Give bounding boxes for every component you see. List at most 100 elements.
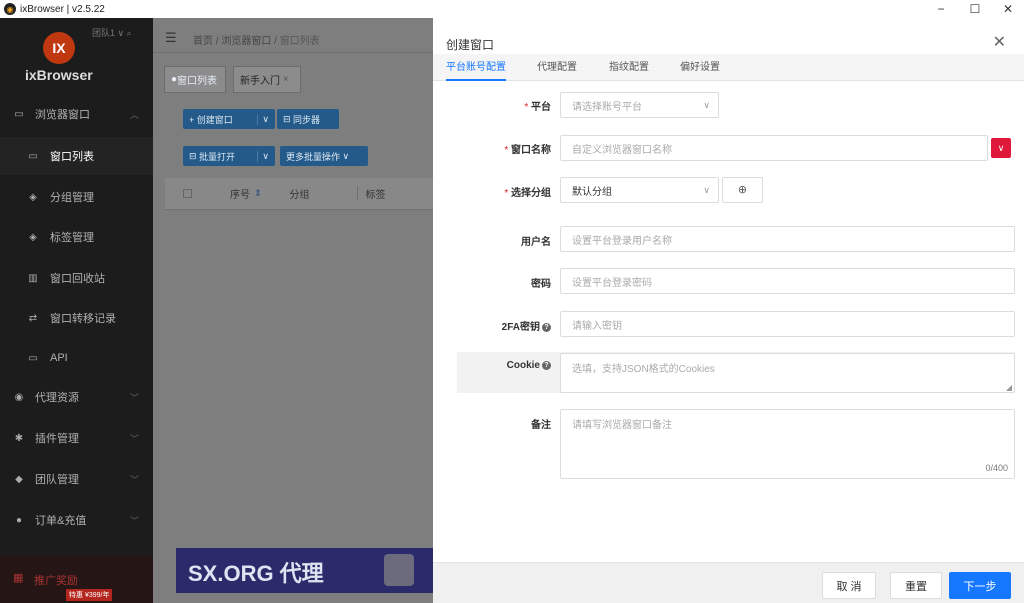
create-window-drawer: 创建窗口 ✕ 平台账号配置 代理配置 指纹配置 偏好设置 * 平台 请选择账号平… bbox=[433, 18, 1024, 603]
add-group-button[interactable]: ⊕ bbox=[722, 177, 763, 203]
platform-select[interactable]: 请选择账号平台 ∨ bbox=[560, 92, 719, 118]
create-window-button[interactable]: + 创建窗口 ∨ bbox=[183, 109, 275, 129]
breadcrumb-browser-windows[interactable]: 浏览器窗口 bbox=[221, 36, 271, 47]
cookie-textarea[interactable]: 选填，支持JSON格式的Cookies ◢ bbox=[560, 353, 1015, 393]
menu-browser-windows[interactable]: ▭ 浏览器窗口 ︿ bbox=[0, 95, 153, 133]
menu-recycle-bin[interactable]: ▥ 窗口回收站 bbox=[0, 259, 153, 297]
tab-fingerprint-config[interactable]: 指纹配置 bbox=[609, 54, 649, 81]
chevron-down-icon: ﹀ bbox=[129, 474, 139, 485]
cancel-button[interactable]: 取 消 bbox=[822, 572, 876, 599]
ad-flame-icon bbox=[384, 554, 414, 586]
remark-label: 备注 bbox=[531, 420, 551, 431]
sidebar: 团队1 ∨ ⌕ IX ixBrowser ▭ 浏览器窗口 ︿ ▭ 窗口列表 ◈ … bbox=[0, 18, 153, 603]
account-switcher[interactable]: 团队1 ∨ ⌕ bbox=[92, 26, 132, 39]
drawer-tabs: 平台账号配置 代理配置 指纹配置 偏好设置 bbox=[433, 54, 1024, 81]
remark-counter: 0/400 bbox=[985, 463, 1008, 473]
brand-logo: IX bbox=[43, 32, 75, 64]
layers-icon: ◈ bbox=[29, 191, 37, 203]
username-input[interactable]: 设置平台登录用户名称 bbox=[560, 226, 1015, 252]
menu-toggle-icon[interactable]: ☰ bbox=[165, 30, 177, 46]
sort-icon[interactable]: ⇕ bbox=[254, 188, 262, 199]
trash-icon: ▥ bbox=[28, 272, 38, 284]
window-name-input[interactable]: 自定义浏览器窗口名称 bbox=[560, 135, 988, 161]
tab-platform-account[interactable]: 平台账号配置 bbox=[446, 54, 506, 81]
ad-banner-text: SX.ORG 代理 bbox=[188, 561, 324, 586]
chevron-down-icon: ∨ bbox=[703, 184, 710, 195]
main-content: ☰ 首页 / 浏览器窗口 / 窗口列表 ● 窗口列表 新手入门 × + 创建窗口… bbox=[153, 18, 433, 603]
transfer-icon: ⇄ bbox=[28, 312, 38, 324]
group-label: * 选择分组 bbox=[504, 188, 551, 199]
table-header: 序号 ⇕ 分组 标签 bbox=[165, 178, 433, 210]
gift-icon: ▦ bbox=[13, 572, 24, 584]
brand-name: ixBrowser bbox=[25, 67, 93, 83]
next-step-button[interactable]: 下一步 bbox=[949, 572, 1011, 599]
reset-button[interactable]: 重置 bbox=[890, 572, 942, 599]
menu-plugin-management[interactable]: ✱ 插件管理 ﹀ bbox=[0, 419, 153, 457]
team-icon: ◆ bbox=[15, 473, 23, 485]
close-window-button[interactable]: ✕ bbox=[991, 0, 1024, 18]
twofa-label: 2FA密钥? bbox=[433, 318, 551, 333]
tab-window-list[interactable]: ● 窗口列表 bbox=[164, 66, 226, 93]
menu-group-management[interactable]: ◈ 分组管理 bbox=[0, 178, 153, 216]
chevron-down-icon[interactable]: ∨ bbox=[257, 113, 269, 125]
chevron-down-icon[interactable]: ∨ bbox=[257, 150, 269, 162]
help-icon[interactable]: ? bbox=[542, 360, 551, 370]
search-icon[interactable]: ⌕ bbox=[127, 28, 132, 38]
order-icon: ● bbox=[15, 514, 23, 526]
batch-open-button[interactable]: ⊟ 批量打开 ∨ bbox=[183, 146, 275, 166]
divider bbox=[153, 52, 433, 53]
password-label: 密码 bbox=[531, 279, 551, 290]
select-all-checkbox[interactable] bbox=[183, 189, 192, 198]
promo-label: 推广奖励 bbox=[34, 575, 78, 587]
resize-handle-icon[interactable]: ◢ bbox=[1006, 383, 1012, 392]
password-input[interactable]: 设置平台登录密码 bbox=[560, 268, 1015, 294]
chevron-up-icon: ︿ bbox=[129, 109, 139, 120]
menu-orders-recharge[interactable]: ● 订单&充值 ﹀ bbox=[0, 501, 153, 539]
promo-price-badge: 特惠 ¥399/年 bbox=[66, 589, 113, 601]
ad-banner[interactable]: SX.ORG 代理 bbox=[176, 548, 433, 593]
help-icon[interactable]: ? bbox=[542, 322, 551, 332]
tag-icon: ◈ bbox=[29, 231, 37, 243]
chevron-down-icon: ﹀ bbox=[129, 433, 139, 444]
tab-preferences[interactable]: 偏好设置 bbox=[680, 54, 720, 81]
menu-transfer-records[interactable]: ⇄ 窗口转移记录 bbox=[0, 299, 153, 337]
close-tab-icon[interactable]: × bbox=[283, 74, 289, 85]
group-select[interactable]: 默认分组 ∨ bbox=[560, 177, 719, 203]
minimize-button[interactable]: − bbox=[924, 0, 958, 18]
close-icon[interactable]: ✕ bbox=[993, 32, 1006, 52]
maximize-button[interactable]: ☐ bbox=[958, 0, 992, 18]
more-batch-button[interactable]: 更多批量操作 ∨ bbox=[280, 146, 368, 166]
tab-proxy-config[interactable]: 代理配置 bbox=[537, 54, 577, 81]
username-label: 用户名 bbox=[521, 237, 551, 248]
window-name-label: * 窗口名称 bbox=[504, 145, 551, 156]
globe-icon: ◉ bbox=[14, 391, 24, 403]
tab-getting-started[interactable]: 新手入门 × bbox=[233, 66, 301, 93]
puzzle-icon: ✱ bbox=[14, 432, 24, 444]
window-icon: ▭ bbox=[28, 150, 38, 162]
window-title: ixBrowser | v2.5.22 bbox=[20, 3, 105, 15]
chevron-down-icon: ﹀ bbox=[129, 515, 139, 526]
menu-proxy-resources[interactable]: ◉ 代理资源 ﹀ bbox=[0, 378, 153, 416]
breadcrumb-home[interactable]: 首页 bbox=[193, 36, 213, 47]
platform-label: * 平台 bbox=[524, 102, 551, 113]
menu-api[interactable]: ▭ API bbox=[0, 339, 153, 377]
app-logo-icon: ◉ bbox=[4, 3, 16, 15]
drawer-title: 创建窗口 bbox=[446, 38, 495, 52]
chevron-down-icon: ﹀ bbox=[129, 392, 139, 403]
twofa-input[interactable]: 请输入密钥 bbox=[560, 311, 1015, 337]
breadcrumb: 首页 / 浏览器窗口 / 窗口列表 bbox=[193, 36, 320, 47]
window-icon: ▭ bbox=[14, 108, 24, 120]
remark-textarea[interactable]: 请填写浏览器窗口备注 0/400 bbox=[560, 409, 1015, 479]
api-icon: ▭ bbox=[28, 352, 38, 364]
title-bar: ◉ ixBrowser | v2.5.22 − ☐ ✕ bbox=[0, 0, 1024, 18]
cookie-label: Cookie? bbox=[433, 360, 551, 371]
sync-button[interactable]: ⊟ 同步器 bbox=[277, 109, 339, 129]
menu-window-list[interactable]: ▭ 窗口列表 bbox=[0, 137, 153, 175]
chevron-down-icon: ∨ bbox=[703, 99, 710, 110]
menu-team-management[interactable]: ◆ 团队管理 ﹀ bbox=[0, 460, 153, 498]
promo-banner[interactable]: ▦ 推广奖励 特惠 ¥399/年 bbox=[0, 556, 153, 603]
color-picker-button[interactable]: ∨ bbox=[991, 138, 1011, 158]
breadcrumb-current: 窗口列表 bbox=[279, 36, 320, 47]
drawer-footer: 取 消 重置 下一步 bbox=[433, 562, 1024, 603]
menu-tag-management[interactable]: ◈ 标签管理 bbox=[0, 218, 153, 256]
